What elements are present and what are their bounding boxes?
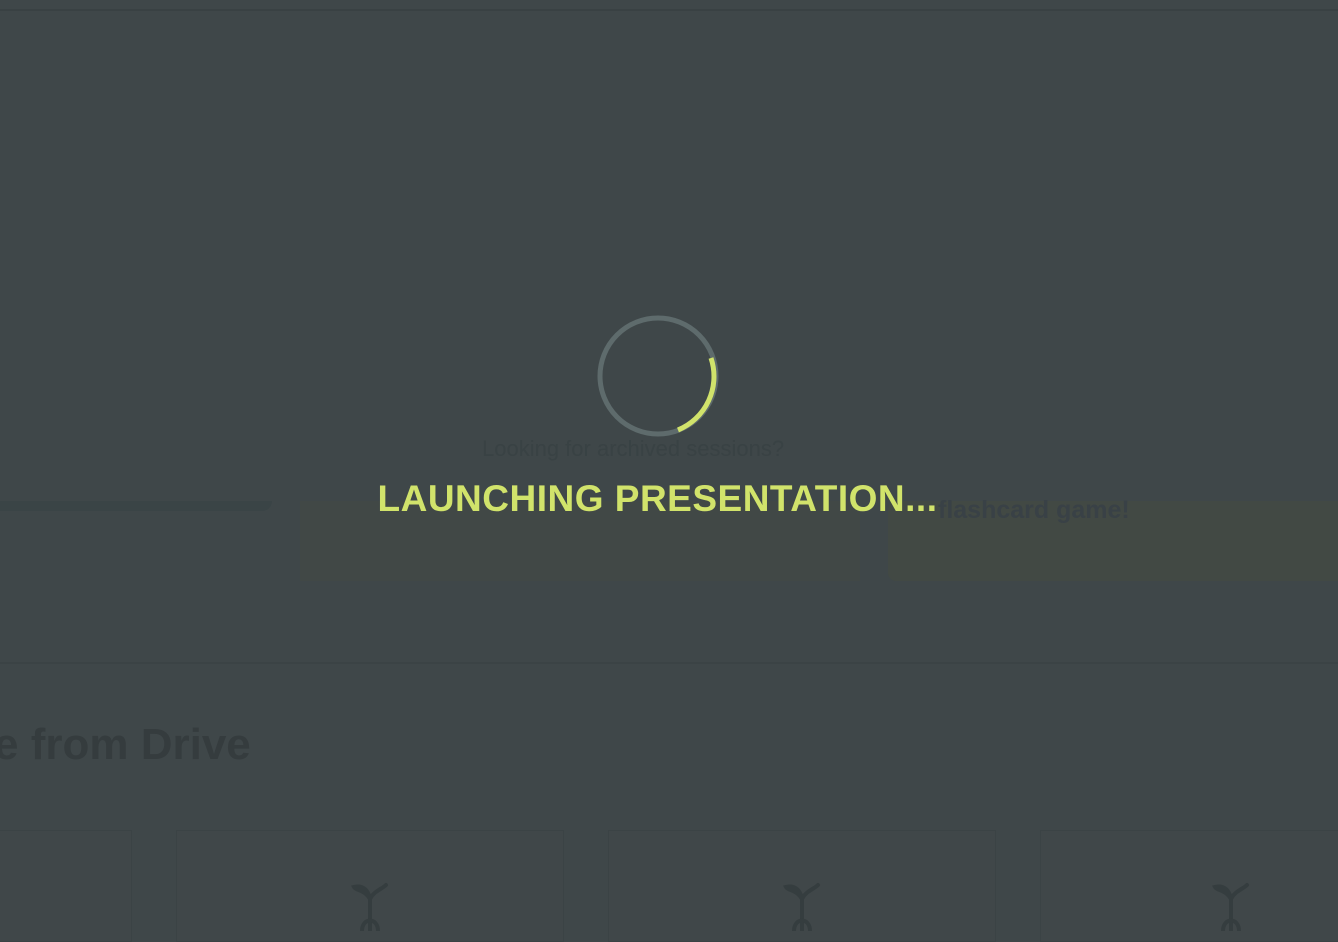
loading-overlay: LAUNCHING PRESENTATION...: [0, 0, 1338, 926]
launching-status: LAUNCHING PRESENTATION...: [377, 478, 938, 519]
loading-spinner-icon: [597, 315, 719, 437]
